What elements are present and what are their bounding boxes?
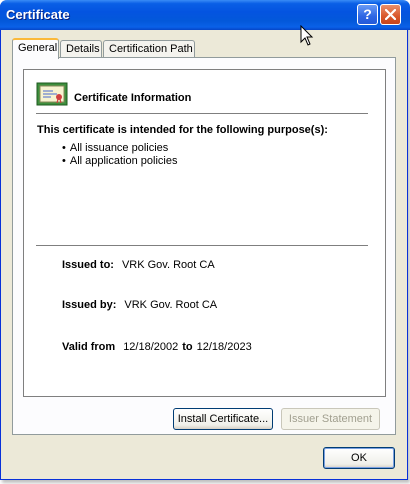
valid-to-label: to bbox=[182, 341, 193, 353]
help-button[interactable]: ? bbox=[357, 4, 378, 25]
window-title: Certificate bbox=[6, 7, 70, 22]
issued-by-row: Issued by: VRK Gov. Root CA bbox=[62, 299, 217, 311]
tab-general[interactable]: General bbox=[12, 38, 59, 59]
certificate-icon bbox=[36, 82, 68, 106]
purpose-list: All issuance policies All application po… bbox=[62, 142, 178, 168]
close-icon bbox=[385, 9, 396, 20]
valid-from-label: Valid from bbox=[62, 341, 116, 353]
purpose-item: All application policies bbox=[62, 155, 178, 168]
help-icon: ? bbox=[363, 6, 372, 22]
certificate-info-title: Certificate Information bbox=[74, 92, 192, 104]
install-certificate-button[interactable]: Install Certificate... bbox=[173, 408, 273, 430]
issuer-statement-button[interactable]: Issuer Statement bbox=[281, 408, 380, 430]
purpose-heading: This certificate is intended for the fol… bbox=[37, 124, 328, 136]
issued-by-label: Issued by: bbox=[62, 299, 117, 311]
issued-to-row: Issued to: VRK Gov. Root CA bbox=[62, 259, 215, 271]
valid-from-value: 12/18/2002 bbox=[123, 341, 179, 353]
close-button[interactable] bbox=[380, 4, 401, 25]
issued-to-label: Issued to: bbox=[62, 259, 114, 271]
tab-details[interactable]: Details bbox=[60, 40, 102, 58]
tab-certification-path[interactable]: Certification Path bbox=[103, 40, 195, 58]
validity-row: Valid from 12/18/2002 to 12/18/2023 bbox=[62, 341, 252, 353]
purpose-item: All issuance policies bbox=[62, 142, 177, 155]
mouse-cursor-icon bbox=[300, 25, 314, 46]
valid-to-value: 12/18/2023 bbox=[196, 341, 252, 353]
details-divider bbox=[36, 245, 368, 246]
header-divider bbox=[36, 113, 368, 114]
issued-to-value: VRK Gov. Root CA bbox=[121, 259, 215, 271]
ok-button[interactable]: OK bbox=[323, 447, 395, 469]
issued-by-value: VRK Gov. Root CA bbox=[124, 299, 218, 311]
title-bar[interactable]: Certificate ? bbox=[0, 0, 410, 30]
